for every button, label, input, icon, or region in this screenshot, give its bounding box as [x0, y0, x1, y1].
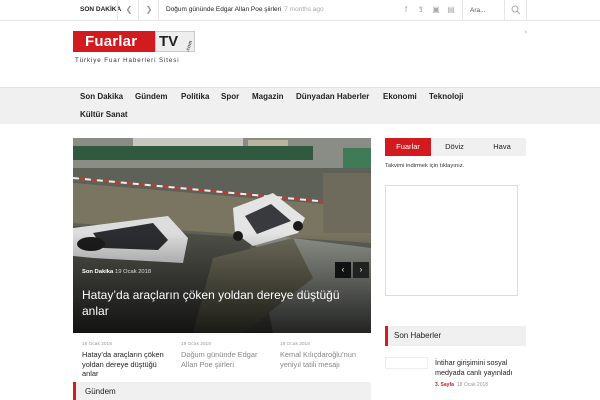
- divider: [138, 0, 139, 21]
- post-item[interactable]: 19 Ocak 2018 Kemal Kılıçdaroğlu’nun yeni…: [280, 342, 370, 369]
- instagram-icon[interactable]: ▤: [446, 5, 456, 14]
- tab-doviz[interactable]: Döviz: [431, 138, 478, 156]
- logo-word-fuarlar: Fuarlar: [73, 31, 155, 52]
- section-header-gundem: Gündem: [73, 382, 371, 400]
- ticker-next-icon[interactable]: ❯: [144, 5, 154, 15]
- latest-news-headline[interactable]: İntihar girişimini sosyal medyada canlı …: [435, 358, 525, 377]
- post-title[interactable]: Doğum gününde Edgar Allan Poe şiirleri: [181, 350, 271, 369]
- divider: [526, 0, 527, 21]
- logo-tv-text: TV: [159, 33, 179, 50]
- nav-item-gundem[interactable]: Gündem: [135, 92, 167, 101]
- divider: [462, 0, 463, 21]
- slider-next-button[interactable]: ›: [353, 262, 369, 278]
- slide-category[interactable]: Son Dakika: [82, 269, 113, 275]
- ticker-headline[interactable]: Doğum gününde Edgar Allan Poe şiirleri: [166, 6, 281, 13]
- site-logo[interactable]: Fuarlar TV .com Türkiye Fuar Haberleri Si…: [73, 31, 198, 71]
- main-nav: Son Dakika Gündem Politika Spor Magazin …: [0, 87, 600, 124]
- sidebar-tabs: Fuarlar Döviz Hava: [385, 138, 526, 156]
- latest-news-date: 18 Ocak 2018: [456, 382, 489, 388]
- divider: [158, 0, 159, 21]
- section-title[interactable]: Gündem: [85, 387, 116, 396]
- breaking-news-label: SON DAKİKA: [80, 6, 122, 13]
- nav-item-ekonomi[interactable]: Ekonomi: [383, 92, 417, 101]
- logo-tagline: Türkiye Fuar Haberleri Sitesi: [75, 57, 180, 64]
- ticker-prev-icon[interactable]: ❮: [124, 5, 134, 15]
- post-item[interactable]: 19 Ocak 2018 Hatay’da araçların çöken yo…: [82, 342, 172, 379]
- chevron-left-icon: ‹: [341, 265, 345, 274]
- latest-news-meta: 3. Sayfa 18 Ocak 2018: [435, 382, 488, 388]
- news-ticker[interactable]: Doğum gününde Edgar Allan Poe şiirleri 7 …: [166, 6, 324, 13]
- post-date: 19 Ocak 2018: [280, 342, 310, 347]
- flickr-icon[interactable]: ▣: [431, 5, 441, 14]
- nav-item-son-dakika[interactable]: Son Dakika: [80, 92, 123, 101]
- slide-date: 19 Ocak 2018: [115, 269, 152, 275]
- post-date: 19 Ocak 2018: [82, 342, 112, 347]
- slide-headline[interactable]: Hatay’da araçların çöken yoldan dereye d…: [82, 287, 352, 319]
- twitter-icon[interactable]: 𝕿: [416, 5, 426, 15]
- page: SON DAKİKA ❮ ❯ Doğum gününde Edgar Allan…: [0, 0, 600, 400]
- calendar-widget[interactable]: [385, 185, 518, 296]
- post-date: 19 Ocak 2018: [181, 342, 211, 347]
- logo-suffix: .com: [184, 39, 195, 53]
- latest-news-thumbnail[interactable]: [385, 357, 428, 369]
- tab-fuarlar[interactable]: Fuarlar: [385, 138, 431, 156]
- nav-item-spor[interactable]: Spor: [221, 92, 239, 101]
- latest-news-category[interactable]: 3. Sayfa: [435, 382, 454, 388]
- ticker-time: 7 months ago: [284, 6, 324, 13]
- latest-news-title: Son Haberler: [394, 331, 442, 340]
- divider: [117, 0, 118, 21]
- facebook-icon[interactable]: f: [401, 5, 411, 14]
- nav-item-politika[interactable]: Politika: [181, 92, 209, 101]
- tab-hava[interactable]: Hava: [478, 138, 526, 156]
- search-icon[interactable]: [511, 5, 521, 15]
- post-item[interactable]: 19 Ocak 2018 Doğum gününde Edgar Allan P…: [181, 342, 271, 369]
- featured-slider[interactable]: Son Dakika 19 Ocak 2018 Hatay’da araçlar…: [73, 138, 371, 333]
- slider-prev-button[interactable]: ‹: [335, 262, 351, 278]
- nav-item-kultur-sanat[interactable]: Kültür Sanat: [80, 110, 128, 119]
- post-title[interactable]: Kemal Kılıçdaroğlu’nun yeniyıl tatili me…: [280, 350, 370, 369]
- top-bar: SON DAKİKA ❮ ❯ Doğum gününde Edgar Allan…: [0, 0, 600, 21]
- divider: [504, 0, 505, 21]
- close-icon[interactable]: ×: [524, 30, 528, 36]
- nav-item-magazin[interactable]: Magazin: [252, 92, 284, 101]
- post-title[interactable]: Hatay’da araçların çöken yoldan dereye d…: [82, 350, 172, 379]
- chevron-right-icon: ›: [359, 265, 363, 274]
- calendar-download-note[interactable]: Takvimi indirmek için tıklayınız.: [385, 163, 464, 169]
- nav-item-teknoloji[interactable]: Teknoloji: [429, 92, 464, 101]
- latest-news-header: Son Haberler: [385, 326, 526, 346]
- nav-item-dunyadan-haberler[interactable]: Dünyadan Haberler: [296, 92, 369, 101]
- logo-word-tv: TV .com: [155, 31, 195, 53]
